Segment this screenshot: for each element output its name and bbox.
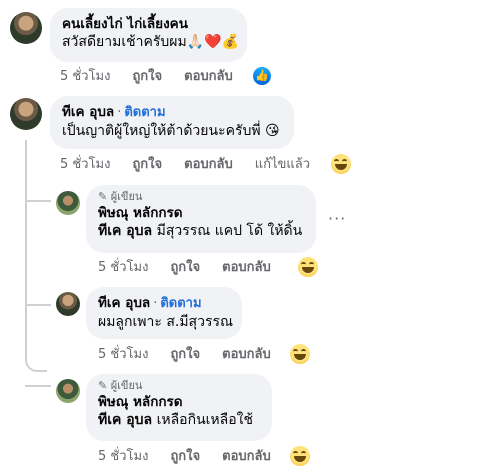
like-button[interactable]: ถูกใจ [170, 449, 200, 464]
reply-button[interactable]: ตอบกลับ [184, 157, 233, 172]
author-badge-icon: ✎ [98, 379, 108, 392]
comment-actions: 5 ชั่วโมง ถูกใจ ตอบกลับ [60, 68, 255, 86]
timestamp[interactable]: 5 ชั่วโมง [98, 449, 148, 464]
timestamp[interactable]: 5 ชั่วโมง [98, 347, 148, 362]
follow-button[interactable]: ติดตาม [124, 105, 165, 120]
avatar[interactable] [56, 292, 80, 316]
author-badge-icon: ✎ [98, 190, 108, 203]
reply-button[interactable]: ตอบกลับ [222, 347, 271, 362]
avatar[interactable] [10, 12, 42, 44]
commenter-name[interactable]: พิษณุ หลักกรด [98, 204, 304, 222]
more-options-icon[interactable]: ··· [328, 209, 346, 228]
author-badge: ผู้เขียน [110, 190, 143, 203]
edited-label[interactable]: แก้ไขแล้ว [255, 157, 310, 172]
commenter-name[interactable]: ทีเค อุบล [62, 104, 114, 120]
haha-icon[interactable] [331, 154, 351, 174]
haha-icon[interactable] [290, 344, 310, 364]
comment-text: สวัสดียามเช้าครับผม🙏🏻❤️💰 [62, 34, 239, 50]
timestamp[interactable]: 5 ชั่วโมง [60, 69, 110, 84]
comment-actions: 5 ชั่วโมง ถูกใจ ตอบกลับ [98, 448, 293, 466]
author-badge: ผู้เขียน [110, 379, 143, 392]
mention-link[interactable]: ทีเค อุบล [98, 223, 152, 239]
thread-line [25, 200, 51, 202]
thread-line [25, 140, 47, 372]
commenter-name[interactable]: พิษณุ หลักกรด [98, 393, 260, 411]
comment-text: ผมลูกเพาะ ส.มีสุวรรณ [98, 314, 233, 330]
timestamp[interactable]: 5 ชั่วโมง [60, 157, 110, 172]
comment-actions: 5 ชั่วโมง ถูกใจ ตอบกลับ [98, 346, 293, 364]
comment-text: เป็นญาติผู้ใหญ่ให้ต้าด้วยนะครับพี่ 😘 [62, 123, 280, 139]
commenter-name[interactable]: ทีเค อุบล [98, 295, 150, 311]
timestamp[interactable]: 5 ชั่วโมง [98, 260, 148, 275]
thread-line [25, 304, 51, 306]
thread-line [25, 385, 51, 387]
comment-actions: 5 ชั่วโมง ถูกใจ ตอบกลับ [98, 259, 293, 277]
mention-link[interactable]: ทีเค อุบล [98, 412, 152, 428]
haha-icon[interactable] [290, 446, 310, 466]
comment-bubble: ทีเค อุบล · ติดตาม ผมลูกเพาะ ส.มีสุวรรณ [86, 287, 242, 339]
like-button[interactable]: ถูกใจ [132, 69, 162, 84]
comment-text: เหลือกินเหลือใช้ [152, 412, 253, 428]
comment-bubble: ทีเค อุบล · ติดตาม เป็นญาติผู้ใหญ่ให้ต้าด้… [50, 96, 294, 149]
reply-button[interactable]: ตอบกลับ [222, 449, 271, 464]
like-button[interactable]: ถูกใจ [132, 157, 162, 172]
follow-button[interactable]: ติดตาม [160, 296, 201, 311]
comment-actions: 5 ชั่วโมง ถูกใจ ตอบกลับ แก้ไขแล้ว [60, 156, 332, 174]
reply-button[interactable]: ตอบกลับ [222, 260, 271, 275]
like-button[interactable]: ถูกใจ [170, 260, 200, 275]
like-icon[interactable]: 👍 [253, 67, 271, 85]
comment-bubble: ✎ ผู้เขียน พิษณุ หลักกรด ทีเค อุบล มีสุว… [86, 185, 316, 253]
comment-bubble: ✎ ผู้เขียน พิษณุ หลักกรด ทีเค อุบล เหลือ… [86, 374, 272, 441]
commenter-name[interactable]: คนเลี้ยงไก่ ไก่เลี้ยงคน [62, 15, 235, 33]
avatar[interactable] [56, 191, 80, 215]
avatar[interactable] [56, 379, 80, 403]
separator-dot: · [117, 105, 122, 120]
haha-icon[interactable] [298, 257, 318, 277]
reply-button[interactable]: ตอบกลับ [184, 69, 233, 84]
comment-text: มีสุวรรณ แคป โด้ ให้ดิ้น [152, 223, 303, 239]
avatar[interactable] [10, 98, 42, 130]
separator-dot: · [153, 296, 158, 311]
comment-bubble: คนเลี้ยงไก่ ไก่เลี้ยงคน สวัสดียามเช้าครั… [50, 8, 247, 62]
like-button[interactable]: ถูกใจ [170, 347, 200, 362]
